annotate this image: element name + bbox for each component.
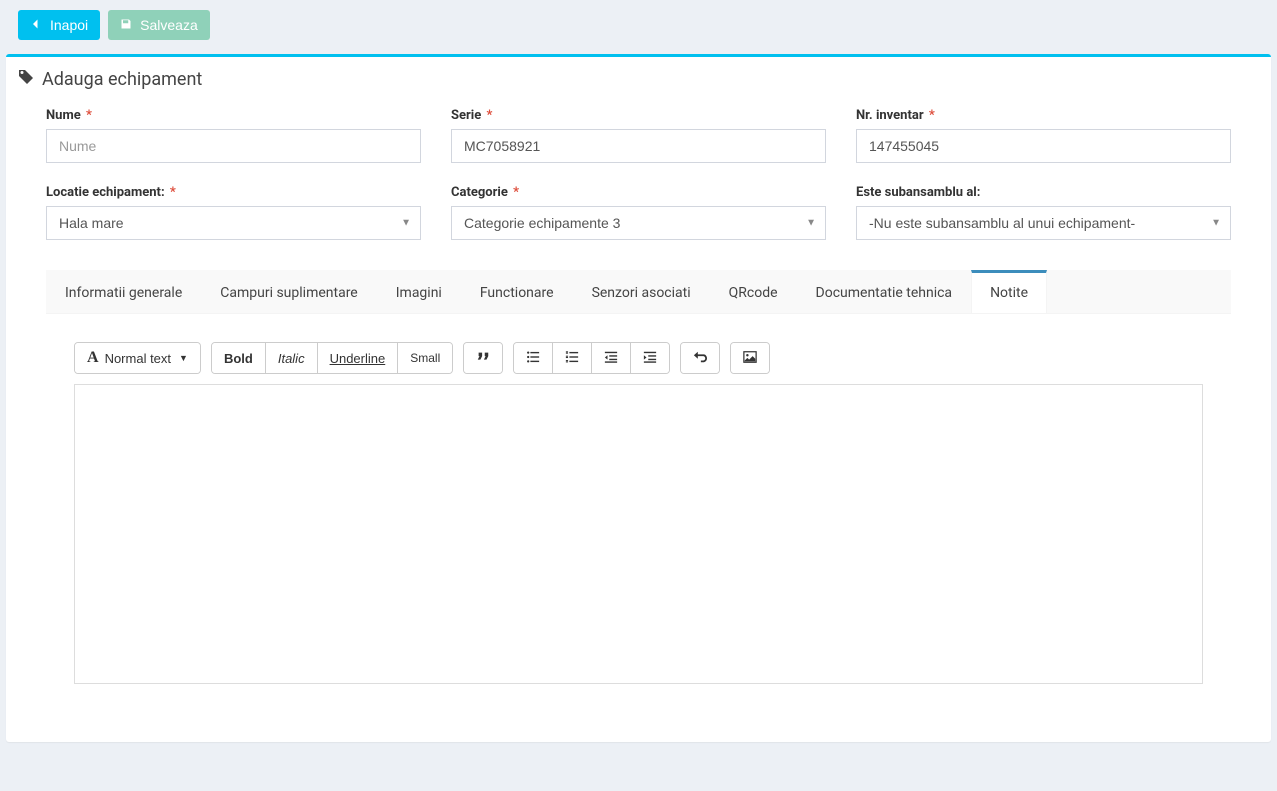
required-marker: * — [929, 108, 935, 123]
unordered-list-button[interactable] — [514, 343, 553, 373]
label-subansamblu-text: Este subansamblu al: — [856, 185, 980, 200]
ordered-list-button[interactable] — [553, 343, 592, 373]
subansamblu-select[interactable]: -Nu este subansamblu al unui echipament- — [856, 206, 1231, 240]
label-subansamblu: Este subansamblu al: — [856, 185, 1231, 200]
outdent-icon — [604, 350, 618, 367]
chevron-down-icon: ▼ — [179, 353, 188, 363]
label-inventar: Nr. inventar * — [856, 108, 1231, 123]
field-categorie: Categorie * Categorie echipamente 3 ▼ — [451, 185, 826, 240]
form-row-1: Nume * Serie * Nr. inventar * — [46, 108, 1231, 163]
tab-functionare[interactable]: Functionare — [461, 270, 573, 313]
label-categorie: Categorie * — [451, 185, 826, 200]
field-locatie: Locatie echipament: * Hala mare ▼ — [46, 185, 421, 240]
save-button[interactable]: Salveaza — [108, 10, 210, 40]
style-dropdown-label: Normal text — [105, 351, 171, 366]
style-dropdown[interactable]: A Normal text ▼ — [75, 343, 200, 373]
font-icon: A — [87, 350, 99, 366]
list-ul-icon — [526, 350, 540, 367]
required-marker: * — [86, 108, 92, 123]
required-marker: * — [170, 185, 176, 200]
field-inventar: Nr. inventar * — [856, 108, 1231, 163]
tab-informatii-generale[interactable]: Informatii generale — [46, 270, 201, 313]
field-nume: Nume * — [46, 108, 421, 163]
categorie-select[interactable]: Categorie echipamente 3 — [451, 206, 826, 240]
serie-input[interactable] — [451, 129, 826, 163]
label-serie: Serie * — [451, 108, 826, 123]
tab-qrcode[interactable]: QRcode — [710, 270, 797, 313]
label-nume-text: Nume — [46, 108, 81, 123]
tab-notite[interactable]: Notite — [971, 270, 1047, 313]
small-button[interactable]: Small — [398, 343, 452, 373]
tabs: Informatii generale Campuri suplimentare… — [46, 270, 1231, 314]
tab-senzori-asociati[interactable]: Senzori asociati — [573, 270, 710, 313]
label-inventar-text: Nr. inventar — [856, 108, 924, 123]
undo-icon — [693, 350, 707, 367]
save-button-label: Salveaza — [140, 17, 198, 33]
locatie-select[interactable]: Hala mare — [46, 206, 421, 240]
underline-button[interactable]: Underline — [318, 343, 399, 373]
label-locatie-text: Locatie echipament: — [46, 185, 165, 200]
label-categorie-text: Categorie — [451, 185, 508, 200]
save-icon — [120, 17, 132, 33]
italic-button[interactable]: Italic — [266, 343, 318, 373]
indent-icon — [643, 350, 657, 367]
form-row-2: Locatie echipament: * Hala mare ▼ Catego… — [46, 185, 1231, 240]
back-button-label: Inapoi — [50, 17, 88, 33]
page-title: Adauga echipament — [6, 57, 1271, 98]
insert-image-button[interactable] — [731, 343, 769, 373]
tab-documentatie-tehnica[interactable]: Documentatie tehnica — [797, 270, 972, 313]
tab-imagini[interactable]: Imagini — [377, 270, 461, 313]
field-serie: Serie * — [451, 108, 826, 163]
list-ol-icon — [565, 350, 579, 367]
label-serie-text: Serie — [451, 108, 481, 123]
field-subansamblu: Este subansamblu al: -Nu este subansambl… — [856, 185, 1231, 240]
tab-body-notite: A Normal text ▼ Bold Italic Underline Sm… — [46, 314, 1231, 712]
required-marker: * — [513, 185, 519, 200]
top-actions: Inapoi Salveaza — [18, 10, 1271, 40]
indent-button[interactable] — [631, 343, 669, 373]
label-nume: Nume * — [46, 108, 421, 123]
inventar-input[interactable] — [856, 129, 1231, 163]
arrow-left-icon — [30, 17, 42, 33]
image-icon — [743, 350, 757, 367]
undo-button[interactable] — [681, 343, 719, 373]
tag-icon — [18, 69, 34, 90]
tabs-container: Informatii generale Campuri suplimentare… — [46, 270, 1231, 712]
main-panel: Adauga echipament Nume * Serie * N — [6, 54, 1271, 742]
nume-input[interactable] — [46, 129, 421, 163]
bold-button[interactable]: Bold — [212, 343, 266, 373]
page-title-text: Adauga echipament — [42, 69, 202, 90]
quote-icon — [476, 350, 490, 367]
editor-textarea[interactable] — [74, 384, 1203, 684]
blockquote-button[interactable] — [464, 343, 502, 373]
tab-campuri-suplimentare[interactable]: Campuri suplimentare — [201, 270, 376, 313]
outdent-button[interactable] — [592, 343, 631, 373]
label-locatie: Locatie echipament: * — [46, 185, 421, 200]
required-marker: * — [486, 108, 492, 123]
editor-toolbar: A Normal text ▼ Bold Italic Underline Sm… — [74, 342, 1203, 374]
form-area: Nume * Serie * Nr. inventar * — [6, 98, 1271, 742]
back-button[interactable]: Inapoi — [18, 10, 100, 40]
